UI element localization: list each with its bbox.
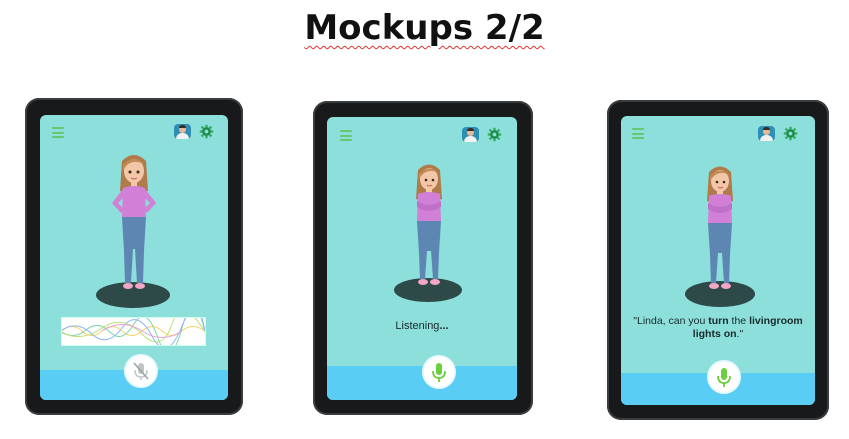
- page-title: Mockups 2/2: [304, 8, 545, 48]
- tablet-mockup-3: "Linda, can you turn the livingroom ligh…: [607, 100, 829, 420]
- hamburger-menu-icon[interactable]: [632, 128, 644, 139]
- gear-icon[interactable]: [199, 124, 214, 139]
- assistant-quote: "Linda, can you turn the livingroom ligh…: [633, 315, 803, 340]
- microphone-icon: [717, 368, 731, 387]
- gear-icon[interactable]: [487, 127, 502, 142]
- screen: Listening...: [327, 117, 517, 400]
- gear-icon[interactable]: [783, 126, 798, 141]
- microphone-button[interactable]: [709, 362, 739, 392]
- user-avatar[interactable]: [758, 126, 775, 141]
- tablet-mockup-1: [25, 98, 243, 415]
- microphone-muted-button[interactable]: [126, 356, 156, 386]
- listening-dots: ...: [439, 320, 449, 332]
- linda-character-image: [112, 155, 156, 289]
- audio-waveform: [61, 317, 206, 346]
- hamburger-menu-icon[interactable]: [52, 127, 64, 138]
- hamburger-menu-icon[interactable]: [340, 130, 352, 141]
- listening-status: Listening...: [395, 320, 449, 332]
- bottom-bar: [327, 366, 517, 400]
- screen: [40, 115, 228, 400]
- user-avatar[interactable]: [174, 124, 191, 139]
- linda-character-image: [707, 166, 733, 289]
- microphone-muted-icon: [133, 362, 149, 380]
- user-avatar[interactable]: [462, 127, 479, 142]
- microphone-button[interactable]: [424, 357, 454, 387]
- microphone-icon: [432, 363, 446, 382]
- linda-character-image: [416, 164, 442, 285]
- screen: "Linda, can you turn the livingroom ligh…: [621, 116, 815, 405]
- tablet-mockup-2: Listening...: [313, 101, 533, 415]
